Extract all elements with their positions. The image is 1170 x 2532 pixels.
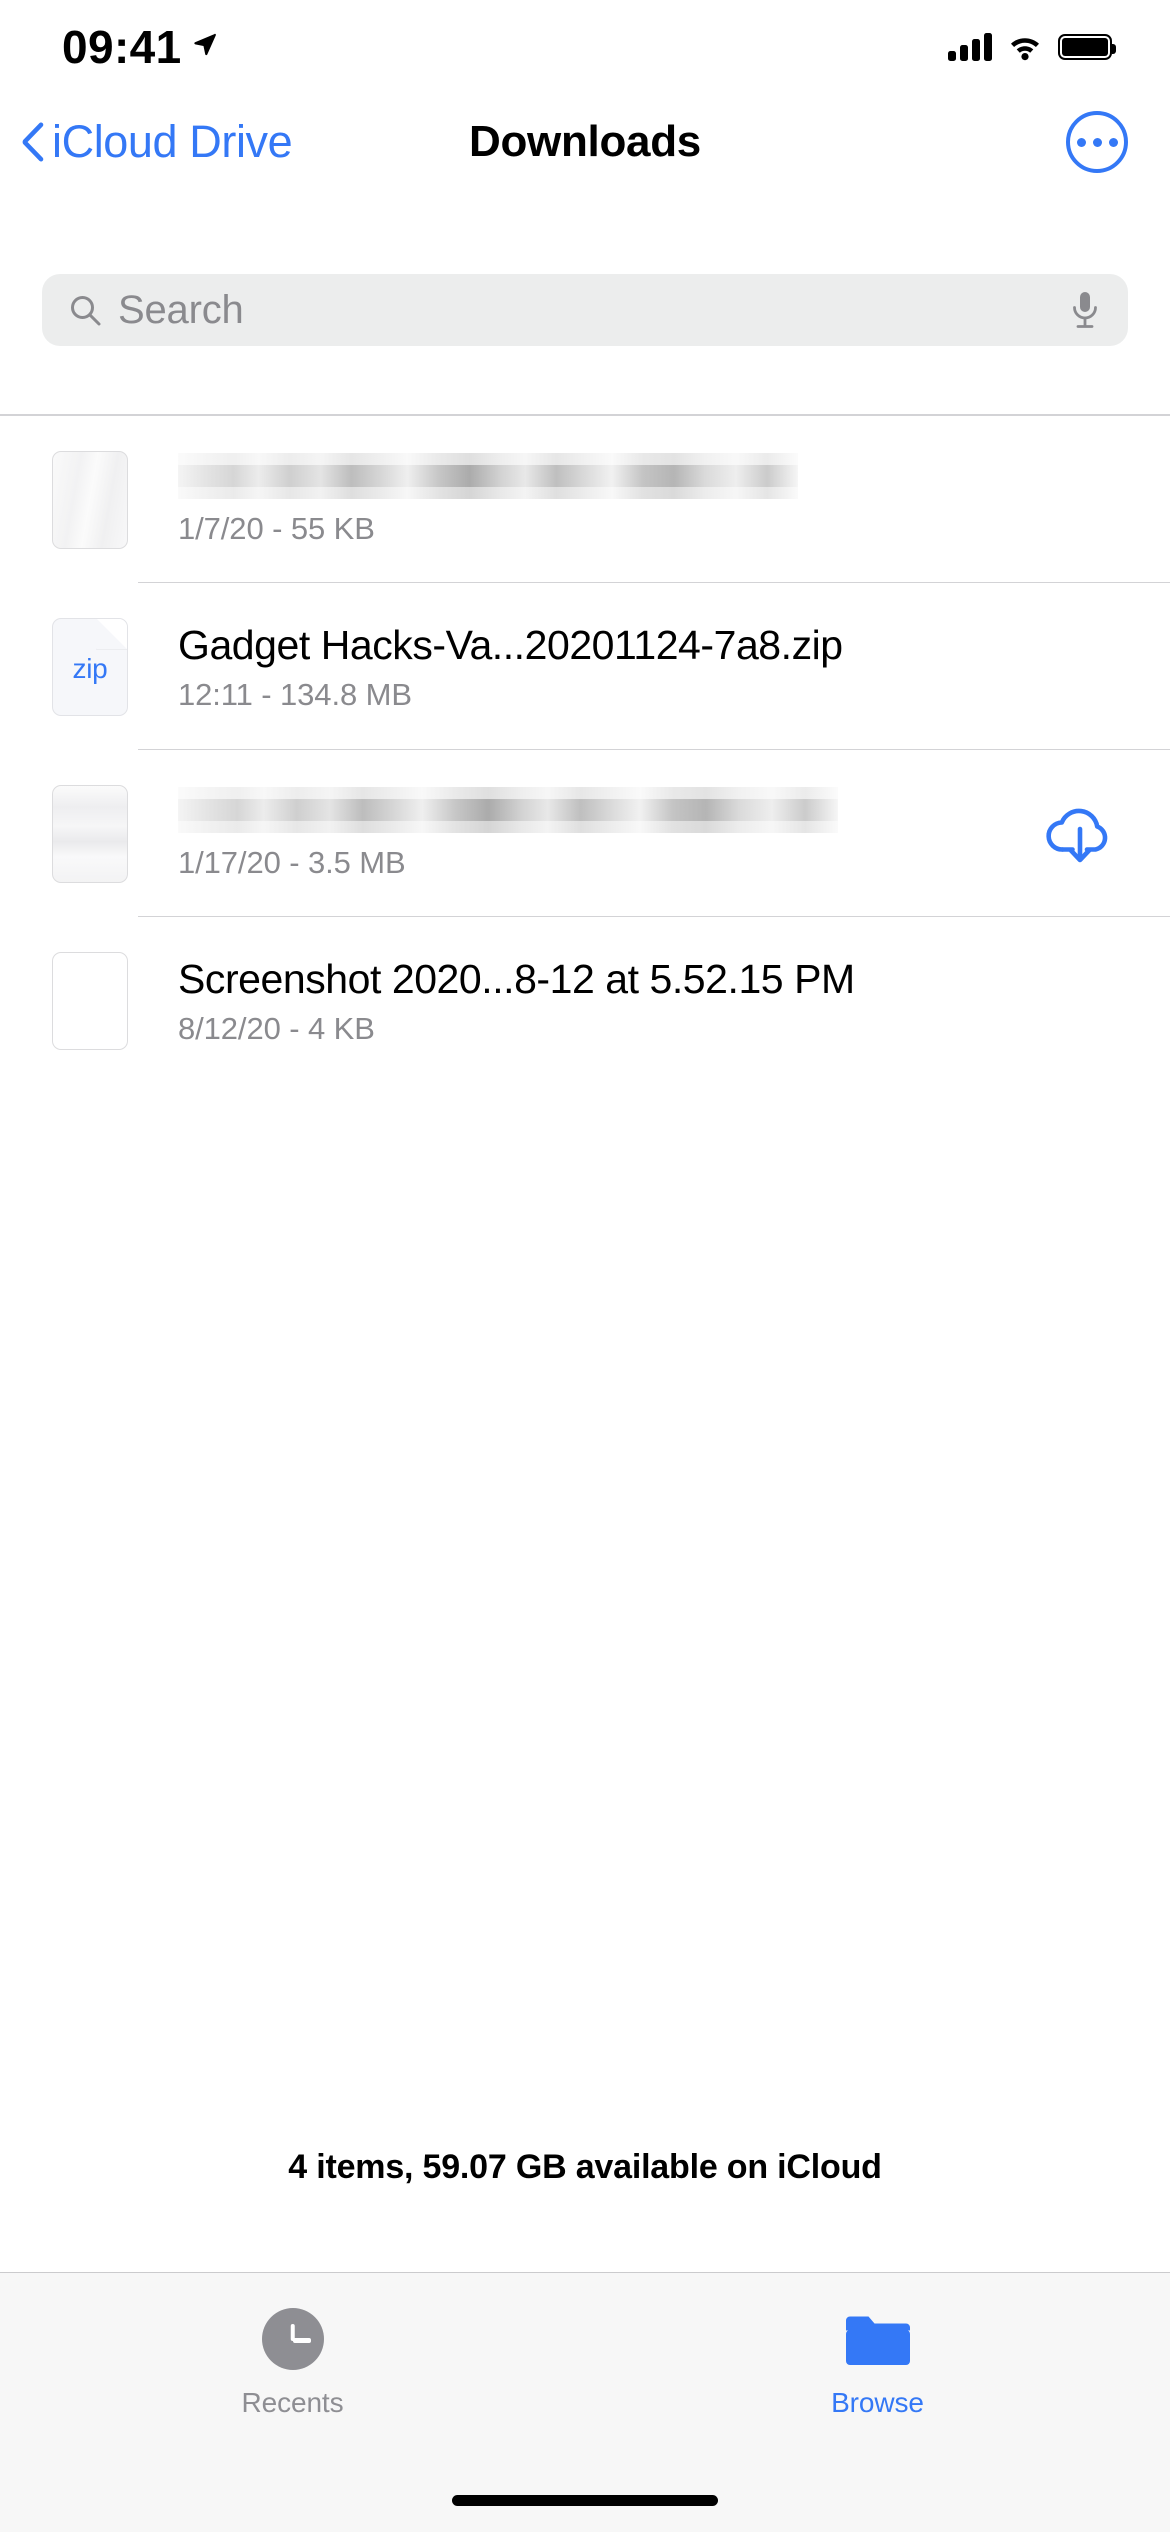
document-thumbnail xyxy=(52,951,128,1050)
file-thumbnail-slot xyxy=(42,450,138,549)
file-thumbnail-slot xyxy=(42,951,138,1050)
tab-recents-label: Recents xyxy=(241,2387,344,2418)
chevron-left-icon xyxy=(22,122,44,162)
file-name: Screenshot 2020...8-12 at 5.52.15 PM xyxy=(178,955,855,1002)
file-row-body: 1/7/20 - 55 KB xyxy=(138,416,1170,583)
file-subtitle: 1/7/20 - 55 KB xyxy=(178,510,375,546)
file-row-body: Screenshot 2020...8-12 at 5.52.15 PM 8/1… xyxy=(138,917,1170,1084)
search-field[interactable]: Search xyxy=(42,274,1128,346)
zip-file-icon-label: zip xyxy=(72,652,108,684)
tab-icon-slot xyxy=(844,2303,912,2375)
more-dot xyxy=(1076,137,1086,147)
wifi-icon xyxy=(1011,38,1039,61)
clock-icon xyxy=(261,2308,324,2370)
file-subtitle: 12:11 - 134.8 MB xyxy=(178,677,412,713)
navigation-bar: iCloud Drive Downloads xyxy=(0,94,1170,190)
search-bar: Search xyxy=(0,274,1170,366)
table-row[interactable]: zip Gadget Hacks-Va...20201124-7a8.zip 1… xyxy=(0,583,1170,750)
file-subtitle: 1/17/20 - 3.5 MB xyxy=(178,844,406,880)
status-bar: 09:41 xyxy=(0,0,1170,94)
status-time: 09:41 xyxy=(62,21,182,73)
document-thumbnail xyxy=(52,784,128,883)
tab-browse[interactable]: Browse xyxy=(585,2273,1170,2441)
iphone-screen: 09:41 iCloud Drive Downloads Search 1/7/… xyxy=(0,0,1170,2532)
back-button-label: iCloud Drive xyxy=(52,116,293,167)
search-icon xyxy=(71,296,101,326)
storage-status-text: 4 items, 59.07 GB available on iCloud xyxy=(288,2148,882,2186)
file-subtitle: 8/12/20 - 4 KB xyxy=(178,1011,375,1047)
table-row[interactable]: Screenshot 2020...8-12 at 5.52.15 PM 8/1… xyxy=(0,917,1170,1084)
tab-bar: Recents Browse xyxy=(0,2272,1170,2532)
file-row-body: 1/17/20 - 3.5 MB xyxy=(138,750,1170,917)
cloud-download-icon[interactable] xyxy=(1042,801,1118,867)
cellular-signal-icon xyxy=(948,33,992,61)
zip-file-icon: zip xyxy=(52,617,128,716)
more-dot xyxy=(1108,137,1118,147)
folder-icon xyxy=(845,2316,910,2365)
tab-browse-label: Browse xyxy=(831,2387,924,2418)
file-name-redacted xyxy=(178,452,798,499)
status-bar-left: 09:41 xyxy=(62,24,218,70)
search-input[interactable]: Search xyxy=(118,288,1054,333)
table-row[interactable]: 1/17/20 - 3.5 MB xyxy=(0,750,1170,917)
file-list: 1/7/20 - 55 KB zip Gadget Hacks-Va...202… xyxy=(0,416,1170,1084)
tab-bar-items: Recents Browse xyxy=(0,2273,1170,2441)
document-thumbnail xyxy=(52,450,128,549)
file-thumbnail-slot: zip xyxy=(42,617,138,716)
table-row[interactable]: 1/7/20 - 55 KB xyxy=(0,416,1170,583)
tab-recents[interactable]: Recents xyxy=(0,2273,585,2441)
home-indicator[interactable] xyxy=(452,2495,718,2506)
file-name: Gadget Hacks-Va...20201124-7a8.zip xyxy=(178,621,843,668)
tab-icon-slot xyxy=(261,2303,324,2375)
back-button[interactable]: iCloud Drive xyxy=(22,116,293,168)
file-row-body: Gadget Hacks-Va...20201124-7a8.zip 12:11… xyxy=(138,583,1170,750)
status-bar-right xyxy=(948,33,1116,61)
battery-full-icon xyxy=(1058,34,1116,60)
more-options-button[interactable] xyxy=(1066,111,1128,173)
file-name-redacted xyxy=(178,786,838,833)
more-dot xyxy=(1092,137,1102,147)
file-thumbnail-slot xyxy=(42,784,138,883)
microphone-icon[interactable] xyxy=(1070,289,1100,331)
location-arrow-icon xyxy=(194,33,216,56)
